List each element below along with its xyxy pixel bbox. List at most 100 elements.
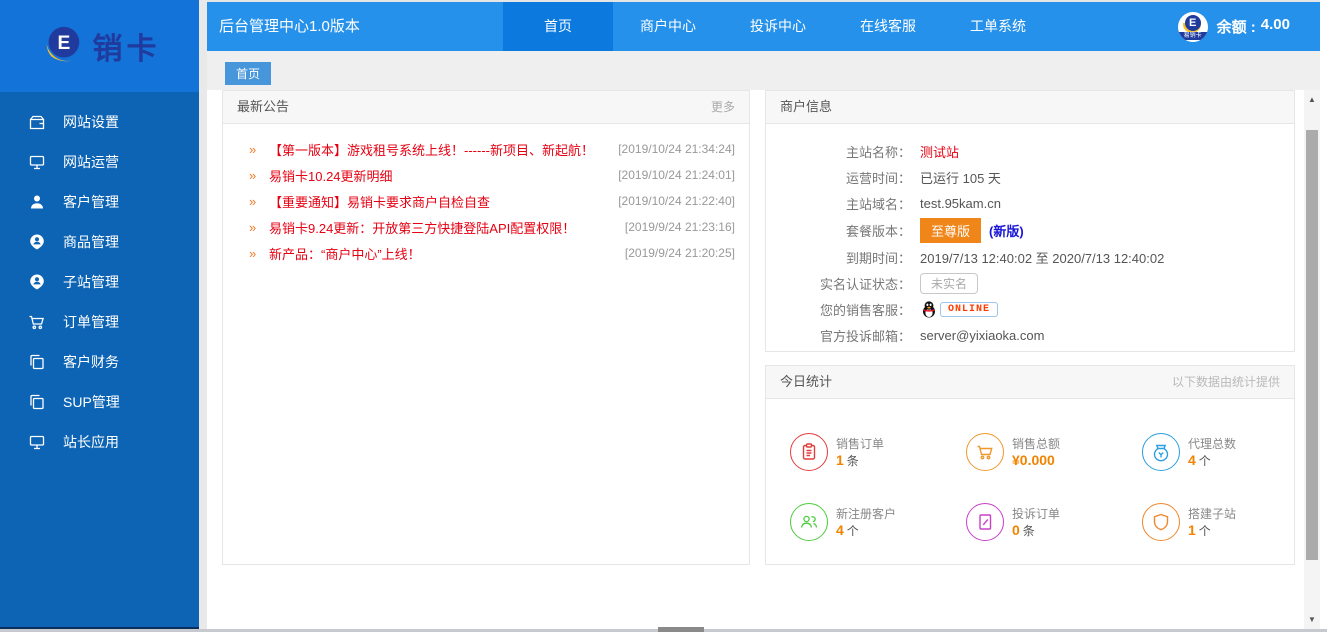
horizontal-scrollbar-thumb[interactable] (658, 627, 704, 632)
realname-status-badge: 未实名 (920, 272, 979, 294)
sidebar-item-sup-management[interactable]: SUP管理 (0, 382, 199, 422)
stat-card-complaint-orders: 投诉订单 0条 (966, 503, 1142, 541)
field-label: 实名认证状态： (819, 276, 911, 292)
more-link[interactable]: 更多 (711, 91, 735, 123)
merchant-row-complaint-email: 官方投诉邮箱： server@yixiaoka.com (766, 322, 1294, 348)
announcement-date: [2019/10/24 21:34:24] (618, 142, 735, 156)
scroll-up-arrow-icon[interactable]: ▲ (1304, 92, 1320, 108)
sidebar: E 销卡 网站设置 网站运营 客户管理 商品管理 子站管理 订单管理 客户财务 … (0, 0, 199, 627)
announcement-row: » 新产品：“商户中心”上线！ [2019/9/24 21:20:25] (223, 240, 749, 266)
sidebar-item-customer-finance[interactable]: 客户财务 (0, 342, 199, 382)
double-chevron-icon: » (249, 245, 257, 261)
merchant-info-title: 商户信息 (780, 99, 833, 114)
wallet-icon (28, 113, 46, 131)
merchant-info-header: 商户信息 (766, 91, 1294, 124)
new-version-link[interactable]: (新版) (989, 221, 1024, 240)
stat-card-sales-total: 销售总额 ¥0.000 (966, 433, 1142, 471)
balance-label: 余额 : (1216, 19, 1256, 36)
topnav-item-complaint-center[interactable]: 投诉中心 (723, 2, 833, 51)
sidebar-item-product-management[interactable]: 商品管理 (0, 222, 199, 262)
announcement-row: » 易销卡10.24更新明细 [2019/10/24 21:24:01] (223, 162, 749, 188)
topnav-item-merchant-center[interactable]: 商户中心 (613, 2, 723, 51)
balance-value: 4.00 (1260, 16, 1290, 33)
announcements-list: » 【第一版本】游戏租号系统上线！------新项目、新起航！ [2019/10… (223, 124, 749, 266)
sidebar-item-label: 网站运营 (63, 154, 119, 170)
today-stats-panel: 今日统计 以下数据由统计提供 销售订单 1条 销售总额 ¥0.000 代理总数 … (765, 365, 1295, 565)
stat-value: ¥0.000 (1012, 451, 1055, 468)
sidebar-item-substation-management[interactable]: 子站管理 (0, 262, 199, 302)
announcement-date: [2019/10/24 21:22:40] (618, 194, 735, 208)
topnav-item-online-service[interactable]: 在线客服 (833, 2, 943, 51)
stat-card-agents-total: 代理总数 4个 (1142, 433, 1318, 471)
monitor-icon (28, 153, 46, 171)
sidebar-item-label: 订单管理 (63, 314, 119, 330)
stat-card-new-customers: 新注册客户 4个 (790, 503, 966, 541)
stat-value: 1 (836, 451, 844, 468)
stat-unit: 条 (846, 453, 859, 468)
announcement-row: » 易销卡9.24更新：开放第三方快捷登陆API配置权限！ [2019/9/24… (223, 214, 749, 240)
balance-text: 余额 : 4.00 (1217, 16, 1290, 37)
top-nav: 首页 商户中心 投诉中心 在线客服 工单系统 (503, 2, 1053, 51)
merchant-row-sales-service: 您的销售客服： ONLINE (766, 296, 1294, 322)
stats-grid: 销售订单 1条 销售总额 ¥0.000 代理总数 4 个 新注册客户 4 个 投… (766, 399, 1294, 541)
avatar[interactable]: E 易销卡 (1177, 11, 1208, 42)
vertical-scrollbar: ▲ ▼ (1304, 90, 1320, 632)
stat-card-sales-orders: 销售订单 1条 (790, 433, 966, 471)
sidebar-item-label: 客户管理 (63, 194, 119, 210)
sidebar-menu: 网站设置 网站运营 客户管理 商品管理 子站管理 订单管理 客户财务 SUP管理… (0, 92, 199, 462)
topnav-item-home[interactable]: 首页 (503, 2, 613, 51)
monitor-icon (28, 433, 46, 451)
sidebar-item-label: 站长应用 (63, 434, 119, 450)
operating-time-value: 已运行 105 天 (920, 170, 1001, 186)
merchant-info-panel: 商户信息 主站名称： 测试站 运营时间： 已运行 105 天 主站域名： tes… (765, 90, 1295, 352)
brand-logo-icon: E (46, 26, 79, 62)
announcements-panel: 最新公告 更多 » 【第一版本】游戏租号系统上线！------新项目、新起航！ … (222, 90, 750, 565)
field-label: 主站名称： (845, 144, 911, 160)
stat-label: 投诉订单 (1012, 506, 1061, 521)
merchant-info-body: 主站名称： 测试站 运营时间： 已运行 105 天 主站域名： test.95k… (766, 124, 1294, 348)
announcement-link[interactable]: 新产品：“商户中心”上线！ (269, 244, 615, 263)
field-label: 官方投诉邮箱： (819, 328, 911, 344)
sidebar-item-webmaster-apps[interactable]: 站长应用 (0, 422, 199, 462)
stat-label: 代理总数 (1188, 436, 1237, 451)
svg-text:E: E (57, 33, 70, 54)
sidebar-item-customer-management[interactable]: 客户管理 (0, 182, 199, 222)
sidebar-item-site-operation[interactable]: 网站运营 (0, 142, 199, 182)
merchant-row-expiry: 到期时间： 2019/7/13 12:40:02 至 2020/7/13 12:… (766, 244, 1294, 270)
user-pin-icon (28, 273, 46, 291)
stat-label: 新注册客户 (836, 506, 897, 521)
today-stats-title: 今日统计 (780, 374, 833, 389)
sidebar-item-order-management[interactable]: 订单管理 (0, 302, 199, 342)
site-name-value: 测试站 (920, 144, 960, 160)
announcement-date: [2019/9/24 21:20:25] (624, 246, 735, 260)
announcement-link[interactable]: 易销卡10.24更新明细 (269, 166, 608, 185)
copy-icon (28, 393, 46, 411)
users-icon (790, 503, 828, 541)
announcement-link[interactable]: 易销卡9.24更新：开放第三方快捷登陆API配置权限！ (269, 218, 615, 237)
qq-online-badge[interactable]: ONLINE (920, 300, 999, 318)
sidebar-item-label: SUP管理 (63, 394, 120, 410)
brand-logo[interactable]: E 销卡 (0, 0, 199, 92)
sidebar-item-site-settings[interactable]: 网站设置 (0, 102, 199, 142)
today-stats-subtitle: 以下数据由统计提供 (1171, 375, 1280, 389)
double-chevron-icon: » (249, 193, 257, 209)
sidebar-item-label: 子站管理 (63, 274, 119, 290)
field-label: 主站域名： (845, 196, 911, 212)
stat-value: 4 (836, 521, 844, 538)
breadcrumb-tab-home[interactable]: 首页 (225, 62, 272, 85)
announcement-row: » 【第一版本】游戏租号系统上线！------新项目、新起航！ [2019/10… (223, 136, 749, 162)
field-label: 套餐版本： (845, 223, 911, 239)
cart-icon (966, 433, 1004, 471)
announcements-title: 最新公告 (237, 99, 290, 114)
plan-badge: 至尊版 (920, 217, 982, 243)
vertical-scrollbar-thumb[interactable] (1306, 130, 1318, 560)
merchant-row-realname-status: 实名认证状态： 未实名 (766, 270, 1294, 296)
scroll-down-arrow-icon[interactable]: ▼ (1304, 612, 1320, 628)
topnav-item-ticket-system[interactable]: 工单系统 (943, 2, 1053, 51)
stat-value: 4 (1188, 451, 1196, 468)
clipboard-icon (790, 433, 828, 471)
stat-unit: 条 (1022, 523, 1035, 538)
announcement-link[interactable]: 【重要通知】易销卡要求商户自检自查 (269, 192, 608, 211)
announcement-link[interactable]: 【第一版本】游戏租号系统上线！------新项目、新起航！ (269, 140, 608, 159)
main-content: 最新公告 更多 » 【第一版本】游戏租号系统上线！------新项目、新起航！ … (207, 90, 1304, 629)
